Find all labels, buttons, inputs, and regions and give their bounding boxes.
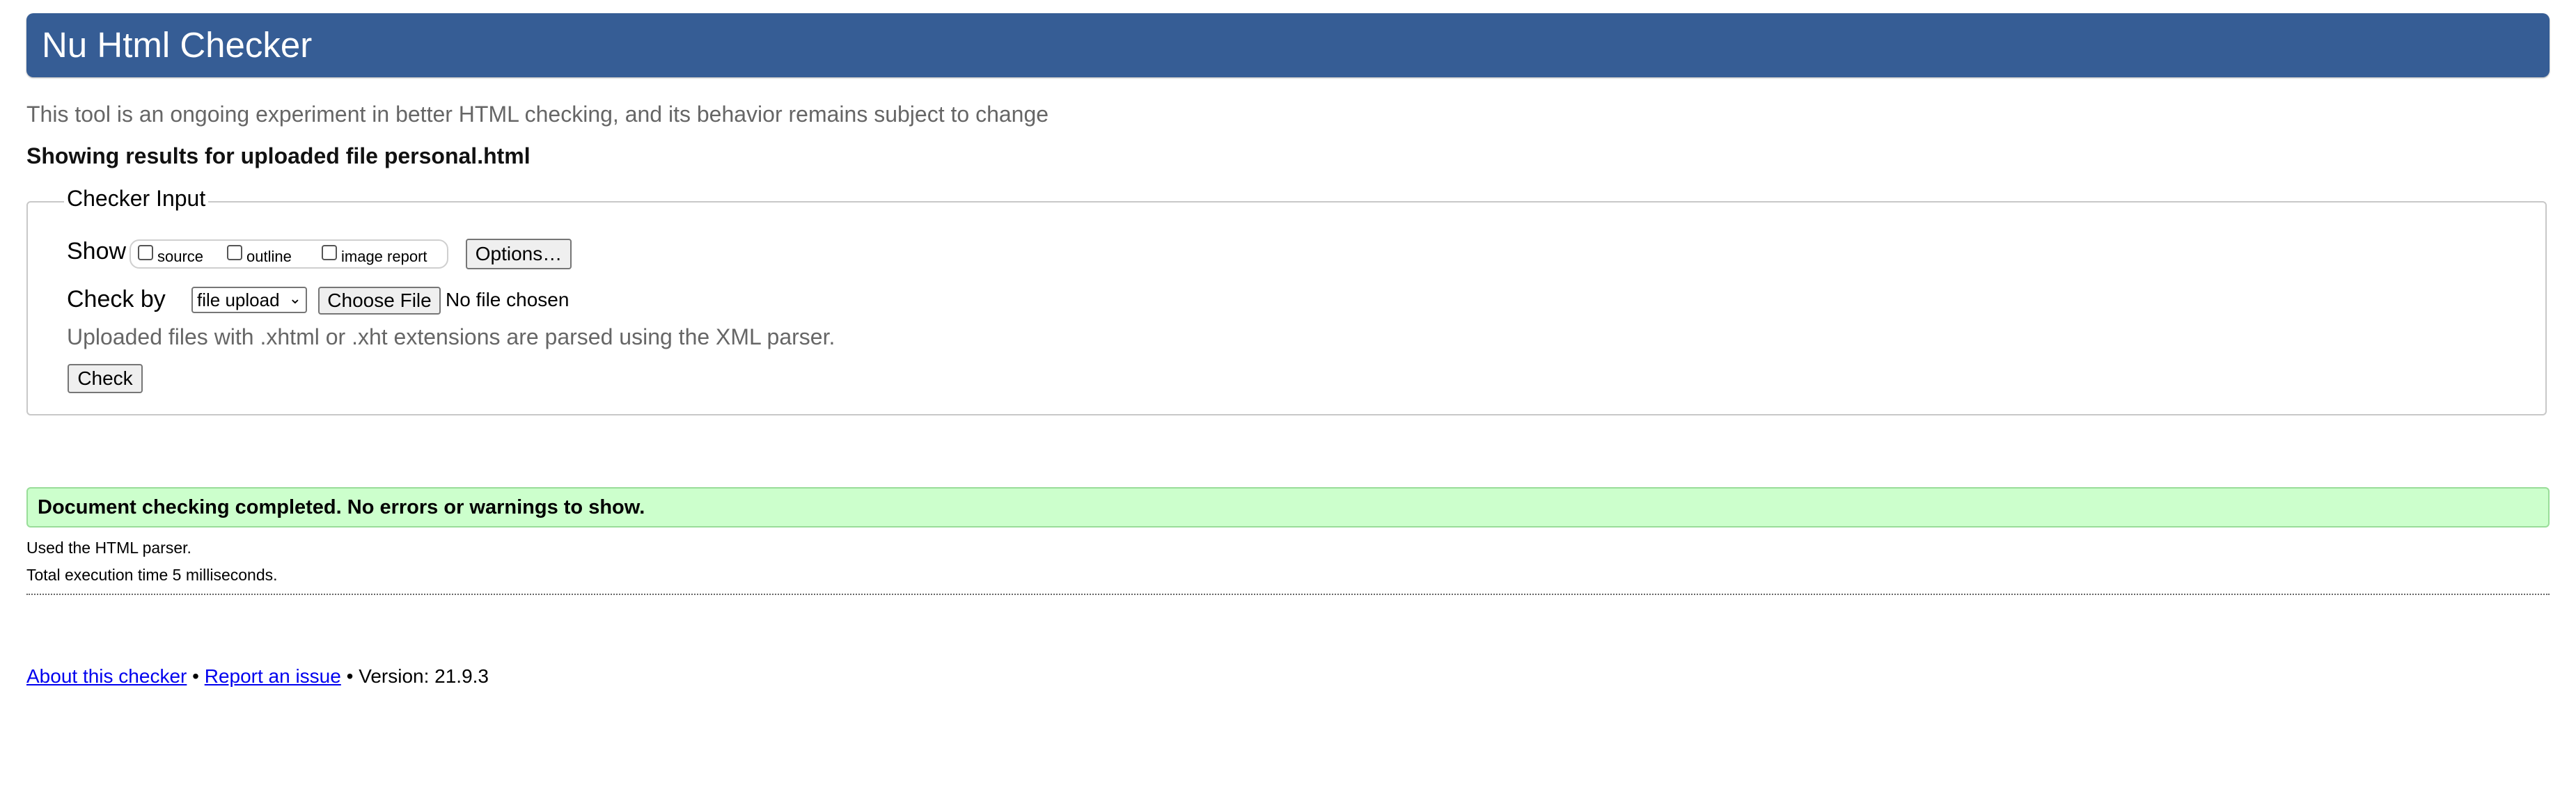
outline-checkbox[interactable] [227,245,242,260]
results-heading: Showing results for uploaded file person… [26,143,531,168]
execution-time: Total execution time 5 milliseconds. [26,566,278,584]
check-by-selected-value: file upload [197,289,280,310]
no-file-text: No file chosen [446,289,570,310]
show-options-group: source outline image report [129,239,448,269]
check-button[interactable]: Check [68,364,143,393]
intro-text: This tool is an ongoing experiment in be… [26,102,1049,127]
image-report-checkbox-label[interactable]: image report [341,248,427,266]
footer-separator: • [346,665,354,687]
checker-input-legend: Checker Input [64,186,209,212]
success-message: Document checking completed. No errors o… [38,496,645,518]
choose-file-button[interactable]: Choose File [318,287,441,315]
about-checker-link[interactable]: About this checker [26,665,187,687]
parser-note: Used the HTML parser. [26,539,191,557]
show-label: Show [67,238,127,264]
page-header: Nu Html Checker [26,13,2550,77]
success-message-box: Document checking completed. No errors o… [26,487,2550,528]
options-button[interactable]: Options… [466,239,572,269]
check-by-select[interactable]: file upload ⌄ [191,287,307,313]
report-issue-link[interactable]: Report an issue [205,665,341,687]
chevron-down-icon: ⌄ [288,290,301,307]
check-by-label: Check by [67,286,166,312]
footer-separator: • [192,665,199,687]
source-checkbox[interactable] [138,245,153,260]
outline-checkbox-label[interactable]: outline [246,248,292,266]
divider [26,594,2550,595]
version-text: Version: 21.9.3 [359,665,489,687]
footer: About this checker • Report an issue • V… [26,665,489,688]
source-checkbox-label[interactable]: source [157,248,203,266]
xml-parser-note: Uploaded files with .xhtml or .xht exten… [67,324,835,349]
page-title: Nu Html Checker [42,25,313,65]
image-report-checkbox[interactable] [322,245,337,260]
